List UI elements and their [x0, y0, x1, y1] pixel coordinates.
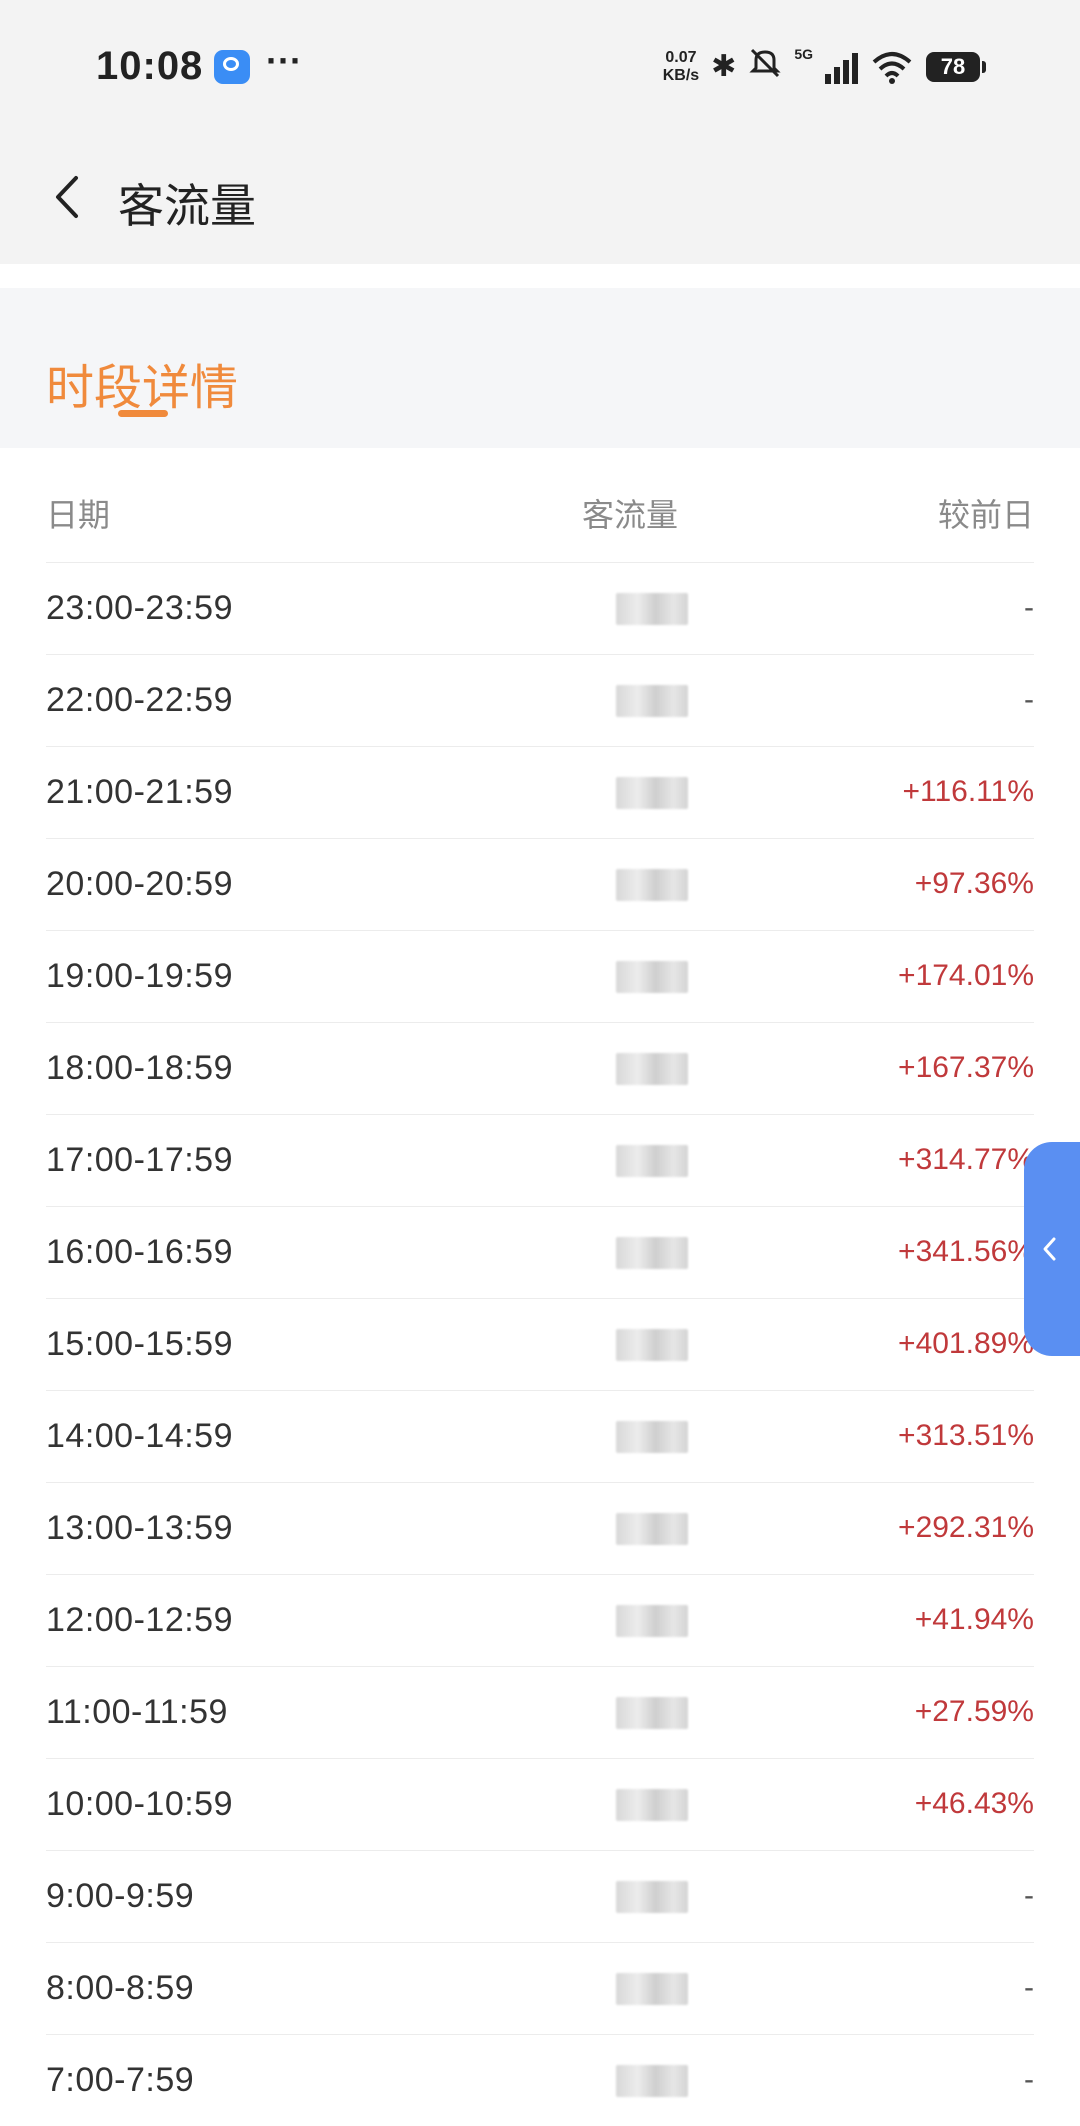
bluetooth-icon: ✱: [711, 49, 737, 83]
mute-icon: [748, 46, 782, 87]
row-flow-blurred: [616, 1881, 688, 1913]
row-change: +46.43%: [914, 1787, 1034, 1820]
nav-bar: 客流量: [0, 130, 1080, 264]
row-flow-blurred: [616, 2065, 688, 2097]
row-change: -: [1024, 683, 1034, 716]
row-period: 14:00-14:59: [46, 1417, 233, 1455]
table-row: 9:00-9:59 -: [46, 1850, 1034, 1942]
row-change: +97.36%: [914, 867, 1034, 900]
signal-icon: [825, 50, 858, 84]
app-notification-icon: [214, 50, 250, 84]
row-change: +27.59%: [914, 1695, 1034, 1728]
row-change: -: [1024, 1879, 1034, 1912]
row-flow-blurred: [616, 1329, 688, 1361]
row-change: +313.51%: [898, 1419, 1034, 1452]
chevron-left-icon: [1043, 1237, 1056, 1261]
table-row: 18:00-18:59 +167.37%: [46, 1022, 1034, 1114]
row-flow-blurred: [616, 777, 688, 809]
row-period: 15:00-15:59: [46, 1325, 233, 1363]
row-period: 9:00-9:59: [46, 1877, 195, 1915]
table-row: 21:00-21:59 +116.11%: [46, 746, 1034, 838]
row-flow-blurred: [616, 1605, 688, 1637]
row-change: +401.89%: [898, 1327, 1034, 1360]
row-flow-blurred: [616, 961, 688, 993]
network-speed-unit: KB/s: [662, 66, 700, 84]
row-change: +292.31%: [898, 1511, 1034, 1544]
status-icons: 0.07 KB/s ✱ 5G 78: [663, 46, 986, 87]
row-period: 21:00-21:59: [46, 773, 233, 811]
network-type: 5G: [794, 46, 813, 62]
row-period: 11:00-11:59: [46, 1693, 228, 1731]
table-row: 11:00-11:59 +27.59%: [46, 1666, 1034, 1758]
row-flow-blurred: [616, 1789, 688, 1821]
row-change: +341.56%: [898, 1235, 1034, 1268]
tab-active-indicator: [118, 410, 168, 417]
row-change: -: [1024, 1971, 1034, 2004]
row-period: 8:00-8:59: [46, 1969, 195, 2007]
table-row: 14:00-14:59 +313.51%: [46, 1390, 1034, 1482]
row-change: +314.77%: [898, 1143, 1034, 1176]
header-change: 较前日: [937, 497, 1034, 533]
header-date: 日期: [46, 497, 111, 533]
row-flow-blurred: [616, 685, 688, 717]
row-period: 10:00-10:59: [46, 1785, 233, 1823]
table-row: 15:00-15:59 +401.89%: [46, 1298, 1034, 1390]
table-row: 10:00-10:59 +46.43%: [46, 1758, 1034, 1850]
row-period: 12:00-12:59: [46, 1601, 233, 1639]
table-row: 17:00-17:59 +314.77%: [46, 1114, 1034, 1206]
wifi-icon: [870, 50, 914, 84]
row-change: +174.01%: [898, 959, 1034, 992]
row-flow-blurred: [616, 1513, 688, 1545]
table-row: 7:00-7:59 -: [46, 2034, 1034, 2126]
row-change: +167.37%: [898, 1051, 1034, 1084]
status-bar: 10:08 ··· 0.07 KB/s ✱ 5G 78: [0, 0, 1080, 130]
table-row: 16:00-16:59 +341.56%: [46, 1206, 1034, 1298]
table-row: 8:00-8:59 -: [46, 1942, 1034, 2034]
row-period: 19:00-19:59: [46, 957, 233, 995]
back-icon[interactable]: [44, 170, 94, 224]
table-header: 日期 客流量 较前日: [0, 448, 1080, 562]
row-change: -: [1024, 2063, 1034, 2096]
status-time: 10:08: [96, 44, 204, 88]
tab-period-details[interactable]: 时段详情: [46, 348, 238, 418]
table-row: 12:00-12:59 +41.94%: [46, 1574, 1034, 1666]
table-row: 13:00-13:59 +292.31%: [46, 1482, 1034, 1574]
table-row: 23:00-23:59 -: [46, 562, 1034, 654]
header-flow: 客流量: [582, 497, 679, 533]
network-speed: 0.07 KB/s: [663, 49, 699, 85]
row-flow-blurred: [616, 869, 688, 901]
row-flow-blurred: [616, 1053, 688, 1085]
row-change: +41.94%: [914, 1603, 1034, 1636]
row-flow-blurred: [616, 593, 688, 625]
more-notifications-icon: ···: [266, 40, 302, 81]
page-title: 客流量: [118, 180, 256, 232]
row-period: 13:00-13:59: [46, 1509, 233, 1547]
row-flow-blurred: [616, 1421, 688, 1453]
row-period: 16:00-16:59: [46, 1233, 233, 1271]
row-period: 22:00-22:59: [46, 681, 233, 719]
row-change: -: [1024, 591, 1034, 624]
tab-bar: 时段详情: [0, 288, 1080, 448]
side-panel-toggle[interactable]: [1024, 1142, 1080, 1356]
row-flow-blurred: [616, 1237, 688, 1269]
table-row: 20:00-20:59 +97.36%: [46, 838, 1034, 930]
row-period: 20:00-20:59: [46, 865, 233, 903]
table-row: 22:00-22:59 -: [46, 654, 1034, 746]
row-period: 23:00-23:59: [46, 589, 233, 627]
row-period: 18:00-18:59: [46, 1049, 233, 1087]
row-flow-blurred: [616, 1145, 688, 1177]
table-row: 19:00-19:59 +174.01%: [46, 930, 1034, 1022]
row-period: 7:00-7:59: [46, 2061, 195, 2099]
row-flow-blurred: [616, 1697, 688, 1729]
network-speed-value: 0.07: [665, 48, 697, 66]
battery-icon: 78: [926, 51, 986, 82]
row-flow-blurred: [616, 1973, 688, 2005]
row-period: 17:00-17:59: [46, 1141, 233, 1179]
table-body: 23:00-23:59 - 22:00-22:59 - 21:00-21:59 +116.…: [0, 562, 1080, 2126]
row-change: +116.11%: [902, 775, 1035, 808]
hourly-table: 日期 客流量 较前日 23:00-23:59 - 22:00-22:59 - 21:00…: [0, 448, 1080, 2126]
